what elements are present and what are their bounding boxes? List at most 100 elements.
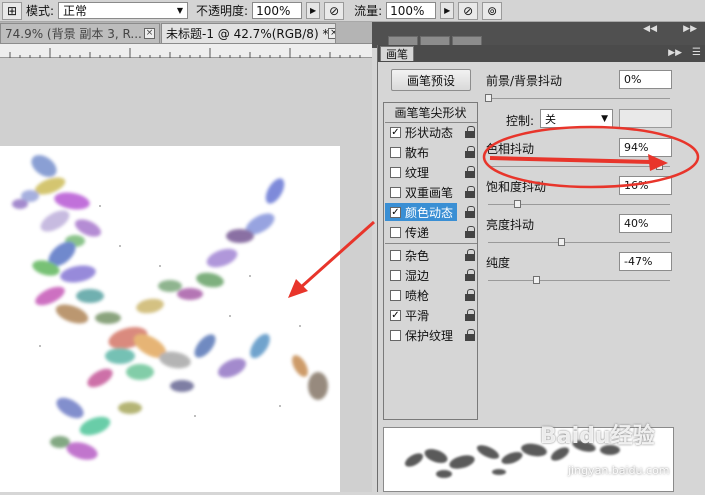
document-tabs: 74.9% (背景 副本 3, R... × 未标题-1 @ 42.7%(RGB… — [0, 22, 372, 44]
checkbox-checked[interactable]: ✓ — [390, 206, 401, 218]
brush-option-row[interactable]: 湿边 — [385, 266, 477, 284]
saturation-jitter-thumb[interactable] — [514, 200, 521, 208]
control-select[interactable]: 关 ▼ — [540, 109, 613, 128]
collapse-icon[interactable]: ▶▶ — [668, 48, 682, 58]
hue-jitter-thumb[interactable] — [656, 162, 663, 170]
lock-icon[interactable] — [465, 309, 475, 321]
canvas-workspace[interactable] — [0, 58, 372, 492]
brightness-jitter-slider[interactable] — [488, 242, 670, 243]
brush-option-row[interactable]: 散布 — [385, 143, 477, 161]
close-icon[interactable]: × — [328, 28, 335, 39]
control-options-box — [619, 109, 672, 128]
purity-input[interactable]: -47% — [619, 252, 672, 271]
checkbox[interactable] — [390, 226, 401, 238]
brush-option-label: 双重画笔 — [405, 185, 454, 200]
brush-option-row[interactable]: 传递 — [385, 223, 477, 241]
brush-option-row[interactable]: ✓ 平滑 — [385, 306, 477, 324]
brush-option-label: 散布 — [405, 145, 430, 160]
checkbox[interactable] — [390, 269, 401, 281]
baidu-watermark-url: jingyan.baidu.com — [568, 464, 670, 477]
checkbox[interactable] — [390, 249, 401, 261]
control-label: 控制: — [506, 114, 535, 128]
checkbox[interactable] — [390, 186, 401, 198]
flow-slider-toggle[interactable]: ▶ — [440, 2, 455, 19]
brush-option-label: 纹理 — [405, 165, 430, 180]
document-canvas[interactable] — [0, 146, 340, 492]
baidu-watermark: Baidu经验 — [540, 424, 655, 449]
doc-tab-1[interactable]: 74.9% (背景 副本 3, R... × — [0, 23, 160, 43]
doc-tab-2-label: 未标题-1 @ 42.7%(RGB/8) * — [166, 27, 329, 41]
flow-label: 流量: — [354, 4, 383, 18]
brush-option-label: 形状动态 — [405, 125, 454, 140]
brush-option-label: 颜色动态 — [405, 205, 454, 220]
brush-option-row[interactable]: 杂色 — [385, 246, 477, 264]
lock-icon[interactable] — [465, 126, 475, 138]
airbrush-icon[interactable]: ⊘ — [458, 1, 479, 20]
checkbox-checked[interactable]: ✓ — [390, 126, 401, 138]
checkbox[interactable] — [390, 329, 401, 341]
brush-option-row[interactable]: ✓ 形状动态 — [385, 123, 477, 141]
lock-icon[interactable] — [465, 166, 475, 178]
brush-option-row[interactable]: 保护纹理 — [385, 326, 477, 344]
tablet-pressure-size-icon[interactable]: ⊚ — [482, 1, 503, 20]
fg-bg-jitter-input[interactable]: 0% — [619, 70, 672, 89]
brightness-jitter-input[interactable]: 40% — [619, 214, 672, 233]
doc-tab-2[interactable]: 未标题-1 @ 42.7%(RGB/8) * × — [161, 23, 336, 43]
opacity-label: 不透明度: — [196, 4, 249, 18]
lock-icon[interactable] — [465, 249, 475, 261]
purity-label: 纯度 — [486, 256, 511, 270]
lock-icon[interactable] — [465, 206, 475, 218]
checkbox[interactable] — [390, 146, 401, 158]
saturation-jitter-label: 饱和度抖动 — [486, 180, 547, 194]
hue-jitter-slider[interactable] — [488, 166, 670, 167]
list-divider — [385, 243, 477, 244]
purity-slider[interactable] — [488, 280, 670, 281]
purity-thumb[interactable] — [533, 276, 540, 284]
fg-bg-jitter-thumb[interactable] — [485, 94, 492, 102]
lock-icon[interactable] — [465, 226, 475, 238]
brush-option-row[interactable]: 双重画笔 — [385, 183, 477, 201]
brush-option-label: 杂色 — [405, 248, 430, 263]
chevron-down-icon: ▼ — [601, 113, 608, 124]
mode-value: 正常 — [63, 4, 88, 18]
opacity-slider-toggle[interactable]: ▶ — [306, 2, 321, 19]
tab-brush[interactable]: 画笔 — [380, 46, 414, 61]
lock-icon[interactable] — [465, 269, 475, 281]
close-panels-icon[interactable]: ▶▶ — [683, 24, 697, 34]
checkbox[interactable] — [390, 166, 401, 178]
brightness-jitter-thumb[interactable] — [558, 238, 565, 246]
fg-bg-jitter-slider[interactable] — [488, 98, 670, 99]
lock-icon[interactable] — [465, 146, 475, 158]
brush-option-row[interactable]: ✓ 颜色动态 — [385, 203, 475, 221]
brush-option-label: 传递 — [405, 225, 430, 240]
brush-preset-icon[interactable]: ⊞ — [2, 1, 22, 20]
brush-panel-header: 画笔 ▶▶ ☰ — [378, 45, 705, 62]
mode-select[interactable]: 正常 ▼ — [58, 2, 189, 19]
options-bar: ⊞ 模式: 正常 ▼ 不透明度: 100% ▶ ⊘ 流量: 100% ▶ ⊘ ⊚ — [0, 0, 705, 22]
brush-option-label: 湿边 — [405, 268, 430, 283]
brush-option-row[interactable]: 纹理 — [385, 163, 477, 181]
collapse-panels-icon[interactable]: ◀◀ — [643, 24, 657, 34]
opacity-input[interactable]: 100% — [252, 2, 303, 19]
chevron-down-icon: ▼ — [176, 6, 184, 15]
ruler-ticks — [9, 48, 361, 58]
brush-option-row[interactable]: 喷枪 — [385, 286, 477, 304]
brush-tip-shape-header[interactable]: 画笔笔尖形状 — [384, 103, 477, 122]
brush-option-label: 喷枪 — [405, 288, 430, 303]
painted-brush-strokes — [12, 155, 328, 460]
lock-icon[interactable] — [465, 289, 475, 301]
saturation-jitter-input[interactable]: 16% — [619, 176, 672, 195]
control-value: 关 — [545, 112, 556, 126]
tablet-pressure-opacity-icon[interactable]: ⊘ — [324, 1, 345, 20]
checkbox[interactable] — [390, 289, 401, 301]
hue-jitter-input[interactable]: 94% — [619, 138, 672, 157]
checkbox-checked[interactable]: ✓ — [390, 309, 401, 321]
lock-icon[interactable] — [465, 329, 475, 341]
flow-input[interactable]: 100% — [386, 2, 437, 19]
brush-presets-button[interactable]: 画笔预设 — [391, 69, 471, 91]
lock-icon[interactable] — [465, 186, 475, 198]
close-icon[interactable]: × — [144, 28, 155, 39]
brightness-jitter-label: 亮度抖动 — [486, 218, 535, 232]
horizontal-ruler[interactable] — [0, 44, 372, 58]
panel-menu-icon[interactable]: ☰ — [692, 47, 701, 58]
